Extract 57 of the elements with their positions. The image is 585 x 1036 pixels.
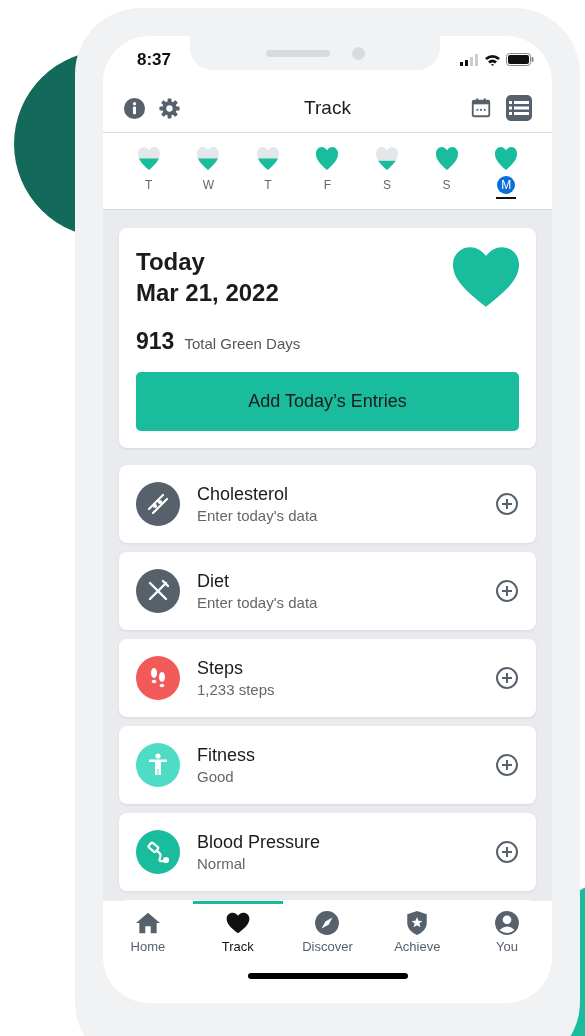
tracker-title: Cholesterol — [197, 484, 290, 505]
days-count: 913 — [136, 328, 175, 355]
tracker-title: Fitness — [197, 745, 257, 766]
tracker-card[interactable]: Cholesterol Enter today's data — [119, 465, 536, 543]
status-time: 8:37 — [137, 50, 172, 70]
day-label[interactable]: S — [437, 176, 456, 194]
tracker-card[interactable]: Blood Pressure Normal — [119, 813, 536, 891]
nav-tab[interactable]: You — [462, 901, 552, 961]
tracker-value: Enter today's data — [197, 594, 319, 611]
add-icon[interactable] — [495, 840, 519, 864]
person-icon — [494, 910, 521, 936]
heart-icon — [137, 147, 160, 170]
compass-icon — [314, 910, 341, 936]
today-date: Mar 21, 2022 — [136, 278, 279, 308]
add-icon[interactable] — [495, 492, 519, 516]
nav-tab[interactable]: Track — [192, 901, 283, 961]
add-icon[interactable] — [495, 753, 519, 777]
tracker-value: 1,233 steps — [197, 681, 276, 698]
tracker-card[interactable]: Steps 1,233 steps — [119, 639, 536, 717]
tracker-value: Normal — [197, 855, 247, 872]
day-label[interactable]: S — [378, 176, 397, 194]
add-entries-button[interactable]: Add Today’s Entries — [136, 372, 519, 431]
wifi-icon — [484, 53, 501, 66]
day-label[interactable]: F — [318, 176, 337, 194]
heart-icon — [376, 147, 399, 170]
add-icon[interactable] — [495, 666, 519, 690]
heart-icon — [224, 910, 251, 936]
signal-icon — [459, 53, 479, 66]
tracker-value: Enter today's data — [197, 507, 319, 524]
day-label[interactable]: T — [258, 176, 277, 194]
screen-title: Track — [304, 97, 351, 119]
settings-icon[interactable] — [158, 96, 181, 120]
tracker-card[interactable]: Fitness Good — [119, 726, 536, 804]
heart-icon — [495, 147, 518, 170]
heart-icon — [453, 246, 519, 308]
day-label[interactable]: W — [199, 176, 218, 194]
heart-icon — [256, 147, 279, 170]
heart-icon — [197, 147, 220, 170]
heart-icon — [435, 147, 458, 170]
list-view-button[interactable] — [506, 95, 532, 121]
today-title: Today — [136, 247, 206, 277]
battery-icon — [506, 53, 534, 66]
info-icon[interactable] — [123, 96, 146, 120]
tracker-title: Blood Pressure — [197, 832, 322, 853]
home-icon — [134, 910, 161, 936]
nav-tab[interactable]: Home — [103, 901, 193, 961]
day-label[interactable]: M — [497, 176, 516, 194]
day-label[interactable]: T — [139, 176, 158, 194]
days-count-label: Total Green Days — [184, 335, 301, 352]
nav-tab[interactable]: Discover — [282, 901, 373, 961]
nav-tab[interactable]: Achieve — [372, 901, 463, 961]
add-icon[interactable] — [495, 579, 519, 603]
tracker-value: Good — [197, 768, 235, 785]
tracker-title: Diet — [197, 571, 230, 592]
tracker-title: Steps — [197, 658, 245, 679]
heart-icon — [316, 147, 339, 170]
tracker-card[interactable]: Diet Enter today's data — [119, 552, 536, 630]
